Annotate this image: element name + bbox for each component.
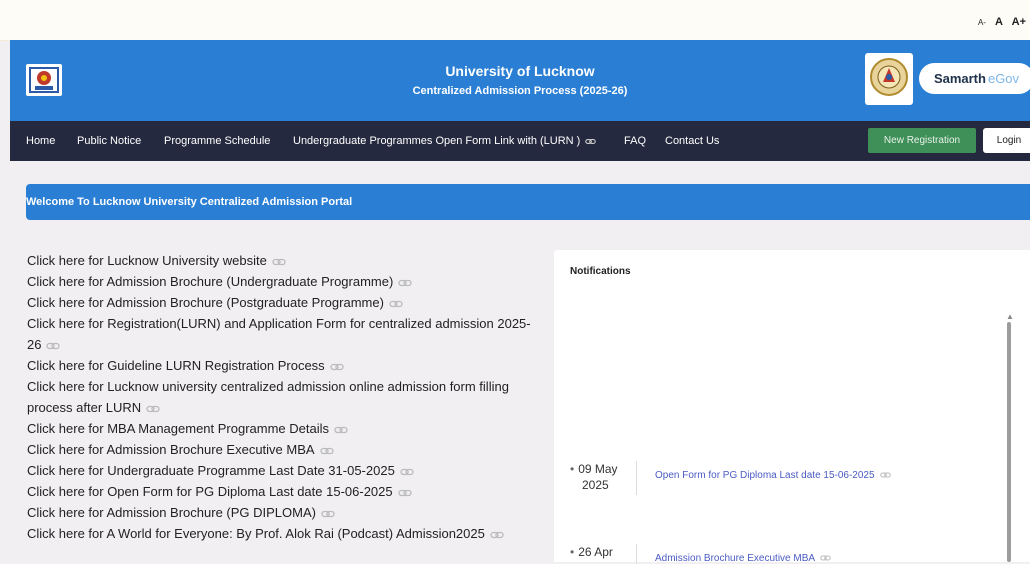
nav-ug-open-form[interactable]: Undergraduate Programmes Open Form Link … <box>293 135 597 147</box>
font-decrease-button[interactable]: A- <box>978 18 986 27</box>
notification-date-day: 26 Apr <box>578 545 613 559</box>
link-label: Click here for Admission Brochure Execut… <box>27 442 315 457</box>
nav-contact-us[interactable]: Contact Us <box>665 135 719 147</box>
bullet-icon: • <box>570 462 575 476</box>
link-registration-lurn[interactable]: Click here for Registration(LURN) and Ap… <box>27 313 537 355</box>
new-registration-button[interactable]: New Registration <box>868 128 976 153</box>
nav-home[interactable]: Home <box>26 135 55 147</box>
notification-date: • 09 May 2025 <box>570 461 630 493</box>
nav-public-notice[interactable]: Public Notice <box>77 135 141 147</box>
main-nav: Home Public Notice Programme Schedule Un… <box>10 121 1030 161</box>
link-pg-diploma-brochure[interactable]: Click here for Admission Brochure (PG DI… <box>27 502 537 523</box>
bullet-icon: • <box>570 545 575 559</box>
link-icon <box>389 300 403 307</box>
notification-text: Admission Brochure Executive MBA <box>655 553 816 564</box>
link-icon <box>272 258 286 265</box>
notification-date-day: 09 May <box>578 462 618 476</box>
link-lurn-guideline[interactable]: Click here for Guideline LURN Registrati… <box>27 355 537 376</box>
brand-main: Samarth <box>933 71 986 86</box>
notification-text: Open Form for PG Diploma Last date 15-06… <box>655 470 875 481</box>
link-icon <box>146 405 160 412</box>
link-icon <box>334 426 348 433</box>
link-icon <box>585 138 597 144</box>
notifications-title: Notifications <box>570 266 631 277</box>
link-label: Click here for Lucknow University websit… <box>27 253 267 268</box>
font-size-controls: A- A A+ <box>972 16 1026 28</box>
link-pg-diploma-open-form[interactable]: Click here for Open Form for PG Diploma … <box>27 481 537 502</box>
link-icon <box>400 468 414 475</box>
scroll-up-icon[interactable]: ▲ <box>1006 312 1014 321</box>
notification-link[interactable]: Admission Brochure Executive MBA <box>655 553 831 564</box>
link-icon <box>321 510 335 517</box>
link-ug-last-date[interactable]: Click here for Undergraduate Programme L… <box>27 460 537 481</box>
link-pg-brochure[interactable]: Click here for Admission Brochure (Postg… <box>27 292 537 313</box>
link-icon <box>397 489 412 496</box>
link-label: Click here for Admission Brochure (Under… <box>27 274 394 289</box>
notification-link[interactable]: Open Form for PG Diploma Last date 15-06… <box>655 470 891 481</box>
link-label: Click here for Admission Brochure (PG DI… <box>27 505 316 520</box>
nav-programme-schedule[interactable]: Programme Schedule <box>164 135 270 147</box>
quick-links-list: Click here for Lucknow University websit… <box>27 250 537 544</box>
welcome-banner: Welcome To Lucknow University Centralize… <box>26 184 1030 220</box>
link-icon <box>490 531 504 538</box>
link-podcast[interactable]: Click here for A World for Everyone: By … <box>27 523 537 544</box>
nav-faq[interactable]: FAQ <box>624 135 646 147</box>
link-label: Click here for Admission Brochure (Postg… <box>27 295 384 310</box>
link-label: Click here for Undergraduate Programme L… <box>27 463 395 478</box>
link-icon <box>820 555 831 561</box>
link-icon <box>319 447 334 454</box>
notification-divider <box>636 461 637 495</box>
font-normal-button[interactable]: A <box>995 16 1003 28</box>
notification-date-year: 2025 <box>582 478 609 492</box>
seal-logo <box>865 53 913 105</box>
link-label: Click here for Open Form for PG Diploma … <box>27 484 393 499</box>
login-button[interactable]: Login <box>983 128 1030 153</box>
notification-date: • 26 Apr <box>570 544 630 560</box>
link-label: Click here for A World for Everyone: By … <box>27 526 485 541</box>
samarth-egov-logo[interactable]: Samarth eGov <box>919 63 1030 94</box>
link-lu-website[interactable]: Click here for Lucknow University websit… <box>27 250 537 271</box>
link-form-filling-process[interactable]: Click here for Lucknow university centra… <box>27 376 537 418</box>
notifications-panel: Notifications ▲ • 09 May 2025 Open Form f… <box>554 250 1030 564</box>
link-icon <box>46 342 61 349</box>
nav-ug-open-form-label: Undergraduate Programmes Open Form Link … <box>293 135 581 147</box>
link-mba-details[interactable]: Click here for MBA Management Programme … <box>27 418 537 439</box>
link-label: Click here for Guideline LURN Registrati… <box>27 358 325 373</box>
link-executive-mba-brochure[interactable]: Click here for Admission Brochure Execut… <box>27 439 537 460</box>
brand-suffix: eGov <box>987 71 1020 86</box>
emblem-icon <box>870 58 908 96</box>
link-label: Click here for MBA Management Programme … <box>27 421 330 436</box>
link-icon <box>330 363 344 370</box>
link-label: Click here for Lucknow university centra… <box>27 379 509 415</box>
notification-divider <box>636 544 637 564</box>
link-label: Click here for Registration(LURN) and Ap… <box>27 316 531 352</box>
site-header: University of Lucknow Centralized Admiss… <box>10 40 1030 121</box>
link-icon <box>879 472 891 478</box>
top-strip: A- A A+ <box>0 0 1030 41</box>
link-ug-brochure[interactable]: Click here for Admission Brochure (Under… <box>27 271 537 292</box>
link-icon <box>398 279 412 286</box>
notifications-scrollbar[interactable] <box>1007 322 1011 562</box>
font-increase-button[interactable]: A+ <box>1012 16 1026 28</box>
